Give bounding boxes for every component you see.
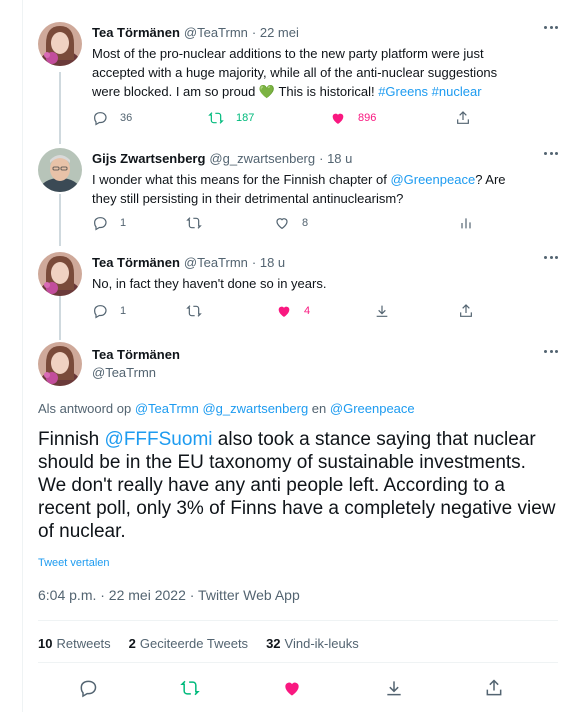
share-button[interactable] bbox=[374, 303, 390, 319]
like-icon bbox=[285, 682, 299, 696]
likes-stat[interactable]: 32 Vind-ik-leuks bbox=[266, 636, 359, 651]
author-handle[interactable]: @TeaTrmn bbox=[184, 25, 248, 40]
main-actions bbox=[38, 676, 558, 700]
reply-handles[interactable]: @TeaTrmn @g_zwartsenberg bbox=[135, 401, 308, 416]
author-name[interactable]: Tea Törmänen bbox=[92, 255, 180, 270]
share-button[interactable] bbox=[455, 110, 471, 126]
share-icon bbox=[460, 304, 472, 317]
like-icon bbox=[332, 113, 344, 124]
reply-prefix: Als antwoord op bbox=[38, 401, 132, 416]
author-handle[interactable]: @TeaTrmn bbox=[184, 255, 248, 270]
heart-emoji: 💚 bbox=[258, 84, 276, 99]
retweet-count: 187 bbox=[236, 112, 255, 124]
more-icon[interactable] bbox=[544, 152, 558, 158]
author-name[interactable]: Tea Törmänen bbox=[92, 347, 180, 362]
tweet-date[interactable]: · 22 mei bbox=[252, 25, 299, 40]
tweet[interactable]: Tea Törmänen @TeaTrmn · 18 u No, in fact… bbox=[38, 252, 558, 328]
retweet-button[interactable]: 187 bbox=[208, 110, 254, 126]
mention-link[interactable]: @FFFSuomi bbox=[105, 429, 213, 450]
reply-count: 1 bbox=[120, 217, 127, 229]
like-icon bbox=[276, 218, 288, 230]
reply-icon bbox=[94, 305, 107, 319]
reply-context: Als antwoord op @TeaTrmn @g_zwartsenberg… bbox=[38, 401, 415, 416]
translate-link[interactable]: Tweet vertalen bbox=[38, 557, 110, 569]
like-button[interactable]: 896 bbox=[330, 110, 376, 126]
tweet-text: I wonder what this means for the Finnish… bbox=[92, 170, 532, 208]
reply-button[interactable]: 36 bbox=[92, 110, 132, 126]
reply-count: 1 bbox=[120, 305, 127, 317]
tweet-stats: 10 Retweets 2 Geciteerde Tweets 32 Vind-ik-… bbox=[38, 636, 377, 651]
retweet-icon bbox=[186, 217, 202, 229]
avatar[interactable] bbox=[38, 22, 82, 66]
share-icon bbox=[457, 111, 469, 124]
author-name[interactable]: Gijs Zwartsenberg bbox=[92, 151, 205, 166]
like-button[interactable]: 4 bbox=[276, 303, 310, 319]
tweet[interactable]: Tea Törmänen @TeaTrmn · 22 mei Most of t… bbox=[38, 22, 558, 132]
avatar[interactable] bbox=[38, 148, 82, 192]
retweet-button[interactable] bbox=[186, 215, 202, 231]
tweet[interactable]: Gijs Zwartsenberg @g_zwartsenberg · 18 u… bbox=[38, 148, 558, 238]
reply-icon bbox=[94, 217, 107, 231]
avatar[interactable] bbox=[38, 342, 82, 386]
tweet-timestamp[interactable]: 6:04 p.m. · 22 mei 2022 · Twitter Web Ap… bbox=[38, 587, 300, 603]
like-icon bbox=[278, 306, 290, 317]
main-tweet-text: Finnish @FFFSuomi also took a stance say… bbox=[38, 428, 558, 543]
likes-label: Vind-ik-leuks bbox=[284, 636, 359, 651]
avatar[interactable] bbox=[38, 252, 82, 296]
quotes-stat[interactable]: 2 Geciteerde Tweets bbox=[129, 636, 248, 651]
retweets-label: Retweets bbox=[56, 636, 111, 651]
reply-icon bbox=[94, 112, 107, 126]
share-icon bbox=[376, 305, 388, 317]
main-text-pre: Finnish bbox=[38, 429, 105, 450]
retweets-count: 10 bbox=[38, 636, 53, 651]
reply-button[interactable] bbox=[78, 678, 98, 698]
analytics-icon bbox=[461, 218, 471, 229]
author-handle[interactable]: @TeaTrmn bbox=[92, 365, 558, 380]
reply-and: en bbox=[311, 401, 327, 416]
download-icon bbox=[387, 681, 401, 696]
more-icon[interactable] bbox=[544, 350, 558, 356]
like-count: 8 bbox=[302, 217, 309, 229]
like-count: 4 bbox=[304, 305, 311, 317]
like-button[interactable] bbox=[282, 678, 302, 698]
share-button[interactable] bbox=[458, 303, 474, 319]
divider bbox=[38, 620, 558, 621]
divider bbox=[38, 662, 558, 663]
more-icon[interactable] bbox=[544, 256, 558, 262]
tweet-date[interactable]: · 18 u bbox=[252, 255, 285, 270]
retweet-icon bbox=[180, 680, 200, 696]
reply-button[interactable]: 1 bbox=[92, 303, 126, 319]
analytics-button[interactable] bbox=[458, 215, 474, 231]
reply-count: 36 bbox=[120, 112, 133, 124]
author-name[interactable]: Tea Törmänen bbox=[92, 25, 180, 40]
bookmark-button[interactable] bbox=[384, 678, 404, 698]
like-count: 896 bbox=[358, 112, 377, 124]
reply-last-handle[interactable]: @Greenpeace bbox=[330, 401, 415, 416]
retweet-button[interactable] bbox=[186, 303, 202, 319]
likes-count: 32 bbox=[266, 636, 281, 651]
reply-button[interactable]: 1 bbox=[92, 215, 126, 231]
mention-link[interactable]: @Greenpeace bbox=[390, 172, 475, 187]
retweet-icon bbox=[208, 112, 224, 124]
author-handle[interactable]: @g_zwartsenberg bbox=[209, 151, 315, 166]
quotes-count: 2 bbox=[128, 636, 136, 651]
quotes-label: Geciteerde Tweets bbox=[139, 636, 249, 651]
share-icon bbox=[486, 679, 502, 696]
tweet-text-body: I wonder what this means for the Finnish… bbox=[92, 172, 391, 187]
share-button[interactable] bbox=[484, 678, 504, 698]
tweet-text: Most of the pro-nuclear additions to the… bbox=[92, 44, 512, 101]
retweets-stat[interactable]: 10 Retweets bbox=[38, 636, 111, 651]
tweet-text-body: This is historical! bbox=[275, 84, 379, 99]
retweet-icon bbox=[186, 305, 202, 317]
tweet-text: No, in fact they haven't done so in year… bbox=[92, 276, 327, 291]
reply-icon bbox=[80, 680, 97, 698]
retweet-button[interactable] bbox=[180, 678, 200, 698]
hashtags[interactable]: #Greens #nuclear bbox=[378, 84, 481, 99]
main-tweet-header: Tea Törmänen @TeaTrmn bbox=[38, 342, 558, 388]
more-icon[interactable] bbox=[544, 26, 558, 32]
like-button[interactable]: 8 bbox=[274, 215, 308, 231]
tweet-date[interactable]: · 18 u bbox=[319, 151, 352, 166]
